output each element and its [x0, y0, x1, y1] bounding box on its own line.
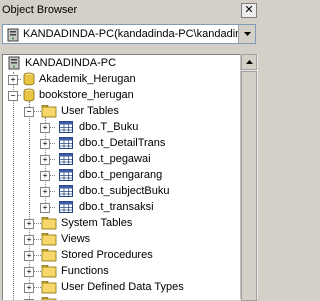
database-icon: [23, 88, 35, 102]
folder-label: Functions: [61, 265, 109, 277]
scrollbar-thumb[interactable]: [241, 71, 257, 301]
collapse-icon[interactable]: −: [8, 91, 18, 101]
expand-icon[interactable]: +: [24, 299, 34, 300]
table-label: dbo.T_Buku: [79, 121, 139, 133]
panel-title: Object Browser: [2, 4, 78, 16]
expand-icon[interactable]: +: [24, 267, 34, 277]
table-label: dbo.t_DetailTrans: [79, 137, 166, 149]
expand-icon[interactable]: +: [40, 187, 50, 197]
collapse-icon[interactable]: −: [24, 107, 34, 117]
vertical-scrollbar[interactable]: [240, 54, 258, 301]
expand-icon[interactable]: +: [24, 235, 34, 245]
expand-icon[interactable]: +: [40, 139, 50, 149]
expand-icon[interactable]: +: [24, 283, 34, 293]
folder-icon: [41, 264, 57, 278]
folder-icon: [41, 296, 57, 300]
table-label: dbo.t_pegawai: [79, 153, 151, 165]
server-icon: [7, 56, 21, 70]
expand-icon[interactable]: +: [40, 171, 50, 181]
expand-icon[interactable]: +: [8, 75, 18, 85]
folder-label: Views: [61, 233, 91, 245]
scroll-up-arrow-icon[interactable]: [241, 54, 257, 70]
expand-icon[interactable]: +: [40, 155, 50, 165]
folder-icon: [41, 280, 57, 294]
table-label: dbo.t_transaksi: [79, 201, 154, 213]
expand-icon[interactable]: +: [24, 251, 34, 261]
database-label: bookstore_herugan: [39, 89, 134, 101]
expand-icon[interactable]: +: [40, 123, 50, 133]
server-selector-value: KANDADINDA-PC(kandadinda-PC\kandadinda: [23, 28, 254, 40]
folder-icon: [41, 248, 57, 262]
folder-label: System Tables: [61, 217, 133, 229]
database-icon: [23, 72, 35, 86]
table-icon: [59, 120, 73, 134]
chevron-down-icon[interactable]: [238, 25, 255, 43]
expand-icon[interactable]: +: [24, 219, 34, 229]
folder-icon: [41, 232, 57, 246]
table-icon: [59, 200, 73, 214]
server-node-label: KANDADINDA-PC: [25, 57, 117, 69]
object-tree[interactable]: KANDADINDA-PC + Akademik_Herugan − books…: [2, 54, 241, 300]
folder-icon: [41, 216, 57, 230]
expand-icon[interactable]: +: [40, 203, 50, 213]
table-label: dbo.t_pengarang: [79, 169, 163, 181]
table-icon: [59, 168, 73, 182]
database-label: Akademik_Herugan: [39, 73, 136, 85]
table-icon: [59, 136, 73, 150]
folder-label: User Tables: [61, 105, 119, 117]
table-label: dbo.t_subjectBuku: [79, 185, 170, 197]
table-icon: [59, 152, 73, 166]
server-icon: [6, 28, 20, 42]
server-selector[interactable]: KANDADINDA-PC(kandadinda-PC\kandadinda: [2, 24, 256, 44]
close-icon[interactable]: ✕: [241, 3, 257, 18]
folder-label: Stored Procedures: [61, 249, 153, 261]
folder-icon: [41, 104, 57, 118]
panel-titlebar: Object Browser ✕: [0, 0, 260, 20]
folder-label: User Defined Data Types: [61, 281, 184, 293]
table-icon: [59, 184, 73, 198]
